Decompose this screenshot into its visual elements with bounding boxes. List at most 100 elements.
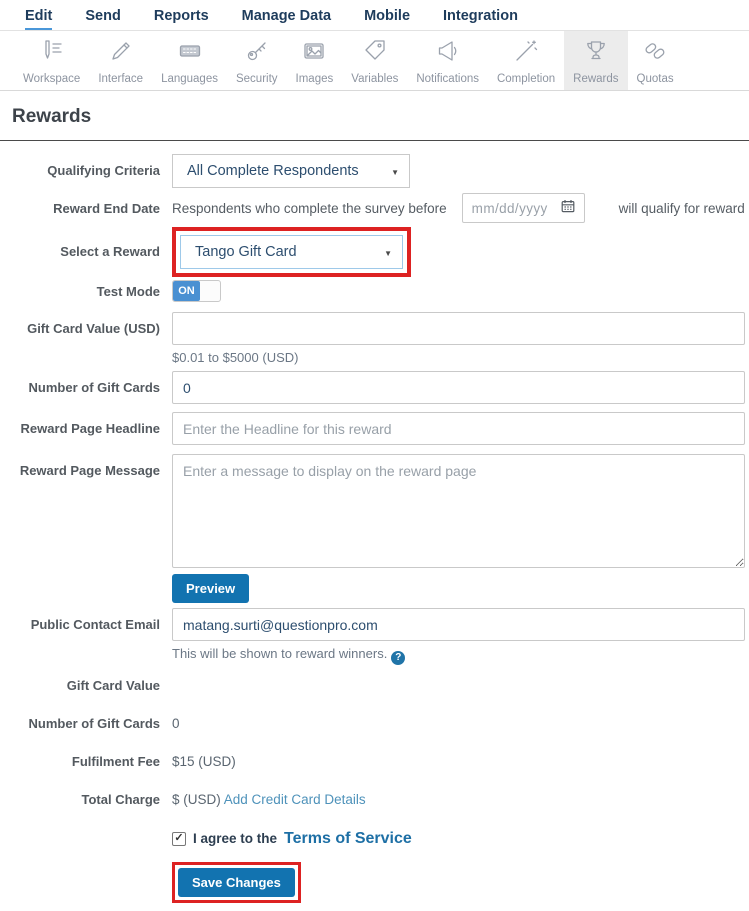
red-annotation-box-save: Save Changes (172, 862, 301, 903)
completion-icon (513, 38, 539, 69)
reward-page-headline-row: Reward Page Headline (0, 412, 749, 445)
toolbar-item-interface[interactable]: Interface (89, 31, 152, 90)
summary-total-charge-label: Total Charge (0, 792, 160, 807)
security-icon (244, 38, 270, 69)
summary-total-charge-value: $ (USD) (172, 792, 221, 807)
toolbar-item-workspace[interactable]: Workspace (14, 31, 89, 90)
agreement-text: I agree to the (193, 831, 277, 846)
summary-fulfilment-fee-row: Fulfilment Fee $15 (USD) (0, 754, 749, 769)
toolbar-item-label: Rewards (573, 73, 618, 85)
toolbar-item-label: Languages (161, 73, 218, 85)
test-mode-row: Test Mode ON (0, 280, 749, 302)
reward-page-headline-input[interactable] (172, 412, 745, 445)
gift-card-value-row: Gift Card Value (USD) $0.01 to $5000 (US… (0, 312, 749, 365)
toggle-off-segment (200, 281, 220, 301)
reward-end-date-input[interactable]: mm/dd/yyyy (462, 193, 585, 223)
qualifying-criteria-label: Qualifying Criteria (0, 154, 160, 188)
quotas-icon (642, 38, 668, 69)
menu-item-edit[interactable]: Edit (25, 8, 52, 30)
reward-page-message-row: Reward Page Message Preview (0, 454, 749, 603)
summary-number-of-gift-cards-value: 0 (172, 716, 745, 731)
workspace-icon (39, 38, 65, 69)
summary-gift-card-value (172, 678, 745, 693)
agreement-label-spacer (0, 830, 160, 848)
calendar-icon[interactable] (561, 199, 575, 218)
variables-icon (362, 38, 388, 69)
select-reward-row: Select a Reward Tango Gift Card (0, 227, 749, 277)
public-contact-email-hint: This will be shown to reward winners.? (172, 646, 745, 665)
images-icon (301, 38, 327, 69)
toggle-on-segment: ON (173, 281, 200, 301)
summary-gift-card-value-row: Gift Card Value (0, 678, 749, 693)
number-of-gift-cards-row: Number of Gift Cards (0, 371, 749, 404)
languages-icon (177, 38, 203, 69)
menu-item-mobile[interactable]: Mobile (364, 8, 410, 30)
add-credit-card-details-link[interactable]: Add Credit Card Details (224, 792, 366, 807)
save-row: Save Changes (0, 862, 749, 911)
toolbar-item-label: Images (296, 73, 334, 85)
qualifying-criteria-selected-value: All Complete Respondents (187, 163, 359, 179)
toolbar-item-variables[interactable]: Variables (342, 31, 407, 90)
toolbar-item-label: Notifications (416, 73, 479, 85)
summary-fulfilment-fee-value: $15 (USD) (172, 754, 745, 769)
gift-card-value-label: Gift Card Value (USD) (0, 312, 160, 365)
menu-item-send[interactable]: Send (85, 8, 120, 30)
reward-page-message-textarea[interactable] (172, 454, 745, 568)
public-contact-email-label: Public Contact Email (0, 608, 160, 665)
toolbar-item-label: Quotas (637, 73, 674, 85)
public-contact-email-row: Public Contact Email This will be shown … (0, 608, 749, 665)
settings-toolbar: Workspace Interface Languages Security I… (0, 31, 749, 91)
qualifying-criteria-select[interactable]: All Complete Respondents (172, 154, 410, 188)
reward-page-message-label: Reward Page Message (0, 454, 160, 603)
number-of-gift-cards-input[interactable] (172, 371, 745, 404)
date-placeholder: mm/dd/yyyy (472, 201, 548, 216)
public-contact-email-hint-text: This will be shown to reward winners. (172, 646, 387, 661)
reward-end-date-prefix-text: Respondents who complete the survey befo… (172, 201, 447, 216)
save-changes-button[interactable]: Save Changes (178, 868, 295, 897)
summary-number-of-gift-cards-row: Number of Gift Cards 0 (0, 716, 749, 731)
save-label-spacer (0, 862, 160, 903)
reward-page-headline-label: Reward Page Headline (0, 412, 160, 445)
summary-gift-card-value-label: Gift Card Value (0, 678, 160, 693)
select-reward-selected-value: Tango Gift Card (195, 244, 297, 260)
terms-agreement-checkbox[interactable] (172, 832, 186, 846)
chevron-down-icon (383, 163, 399, 179)
toolbar-item-label: Interface (98, 73, 143, 85)
notifications-icon (435, 38, 461, 69)
help-icon[interactable]: ? (391, 651, 405, 665)
toolbar-item-images[interactable]: Images (287, 31, 343, 90)
toolbar-item-completion[interactable]: Completion (488, 31, 564, 90)
toolbar-item-security[interactable]: Security (227, 31, 287, 90)
menu-item-reports[interactable]: Reports (154, 8, 209, 30)
page-title: Rewards (12, 106, 749, 128)
toolbar-item-quotas[interactable]: Quotas (628, 31, 683, 90)
qualifying-criteria-row: Qualifying Criteria All Complete Respond… (0, 154, 749, 188)
rewards-icon (583, 38, 609, 69)
gift-card-value-hint: $0.01 to $5000 (USD) (172, 350, 745, 365)
reward-end-date-label: Reward End Date (0, 193, 160, 223)
toolbar-item-languages[interactable]: Languages (152, 31, 227, 90)
reward-end-date-row: Reward End Date Respondents who complete… (0, 193, 749, 223)
reward-end-date-suffix-text: will qualify for reward (619, 201, 745, 216)
toolbar-item-notifications[interactable]: Notifications (407, 31, 488, 90)
number-of-gift-cards-label: Number of Gift Cards (0, 371, 160, 404)
rewards-form: Qualifying Criteria All Complete Respond… (0, 141, 749, 911)
interface-icon (108, 38, 134, 69)
summary-number-of-gift-cards-label: Number of Gift Cards (0, 716, 160, 731)
summary-fulfilment-fee-label: Fulfilment Fee (0, 754, 160, 769)
test-mode-label: Test Mode (0, 280, 160, 302)
toolbar-item-rewards[interactable]: Rewards (564, 31, 627, 90)
toolbar-item-label: Completion (497, 73, 555, 85)
terms-of-service-link[interactable]: Terms of Service (284, 830, 412, 848)
agreement-row: I agree to the Terms of Service (0, 830, 749, 848)
select-reward-label: Select a Reward (0, 227, 160, 277)
menu-item-integration[interactable]: Integration (443, 8, 518, 30)
test-mode-toggle[interactable]: ON (172, 280, 221, 302)
preview-button[interactable]: Preview (172, 574, 249, 603)
chevron-down-icon (376, 244, 392, 260)
public-contact-email-input[interactable] (172, 608, 745, 641)
menu-item-manage-data[interactable]: Manage Data (242, 8, 331, 30)
gift-card-value-input[interactable] (172, 312, 745, 345)
top-menu: Edit Send Reports Manage Data Mobile Int… (0, 0, 749, 31)
select-reward-select[interactable]: Tango Gift Card (180, 235, 403, 269)
